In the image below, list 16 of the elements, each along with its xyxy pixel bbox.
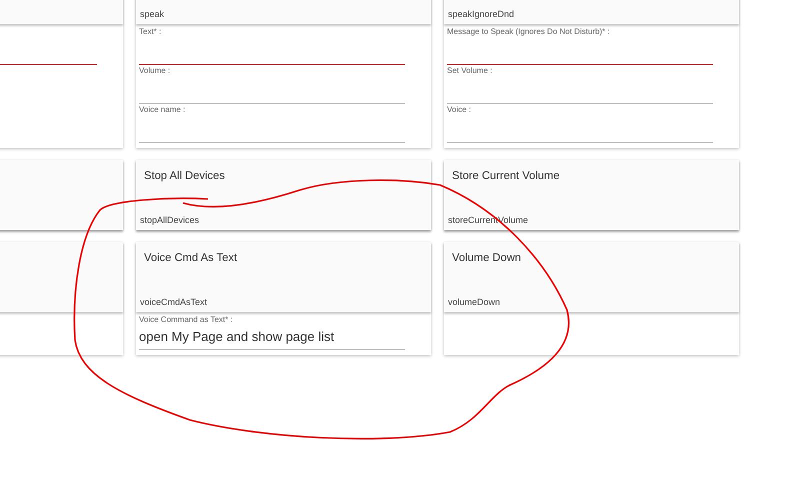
input-field[interactable]: Message to Speak (Ignores Do Not Disturb)* : <box>447 26 713 65</box>
card-title: Store Current Volume <box>452 170 560 182</box>
command-name: volumeDown <box>448 297 502 307</box>
card-title: Stop All Devices <box>144 170 225 182</box>
card-title: Voice Cmd As Text <box>144 252 238 264</box>
card-title: Volume Down <box>452 252 522 264</box>
input-field[interactable]: Text* : <box>139 26 405 65</box>
command-name: speakIgnoreDnd <box>448 9 516 19</box>
command-name: stopAllDevices <box>140 215 200 225</box>
input-field[interactable]: Voice Command as Text* : open My Page and show page list <box>139 314 405 350</box>
input-field[interactable]: Volume : <box>139 65 405 104</box>
input-field[interactable]: Voice : <box>447 104 713 143</box>
command-name: voiceCmdAsText <box>140 297 208 307</box>
input-field[interactable]: Voice name : <box>139 104 405 143</box>
input-field[interactable]: Set Volume : <box>447 65 713 104</box>
command-name: speak <box>140 9 166 19</box>
